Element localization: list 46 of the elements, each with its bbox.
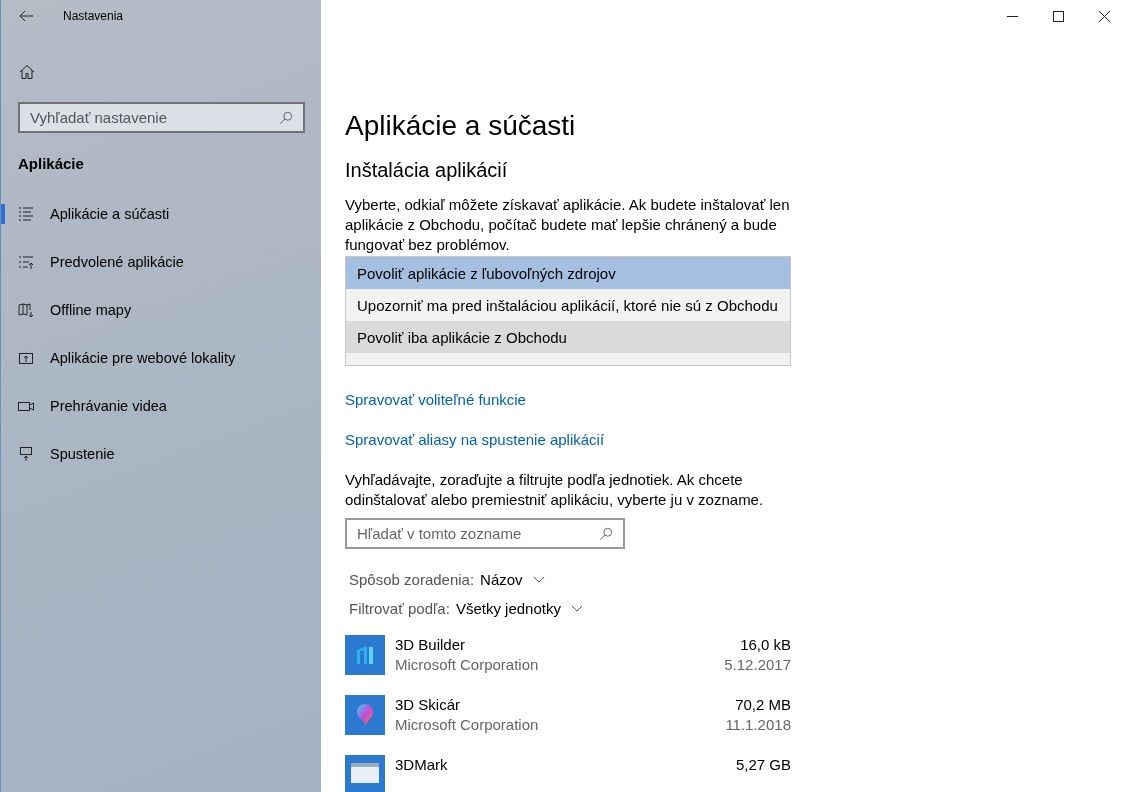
- back-arrow-icon: [19, 10, 33, 22]
- app-icon: [345, 755, 385, 792]
- chevron-down-icon: [570, 605, 583, 612]
- search-icon: [279, 110, 293, 125]
- dropdown-option[interactable]: Povoliť aplikácie z ľubovoľných zdrojov: [346, 257, 790, 289]
- chevron-down-icon: [532, 576, 545, 583]
- search-field[interactable]: Hľadať v tomto zozname: [345, 518, 625, 549]
- link[interactable]: Spravovať voliteľné funkcie: [345, 390, 526, 410]
- filter-dropdown[interactable]: Filtrovať podľa: Všetky jednotky: [345, 600, 587, 617]
- page-title: Aplikácie a súčasti: [345, 109, 577, 143]
- nav-item[interactable]: Aplikácie a súčasti: [1, 190, 321, 238]
- app-name: 3DMark: [395, 755, 449, 775]
- app-date: 5.12.2017: [724, 655, 791, 675]
- home-icon[interactable]: [19, 64, 35, 80]
- app-publisher: Microsoft Corporation: [395, 715, 540, 735]
- search-field[interactable]: Vyhľadať nastavenie: [18, 102, 305, 133]
- web-app-icon: [18, 350, 34, 366]
- nav-item[interactable]: Predvolené aplikácie: [1, 238, 321, 286]
- app-icon: [345, 695, 385, 735]
- app-size: 16,0 kB: [740, 635, 791, 655]
- list-icon: [18, 254, 34, 270]
- app-publisher: Microsoft Corporation: [395, 655, 540, 675]
- description-text: Vyhľadávajte, zoraďujte a filtrujte podľa jednotiek. Ak chcete odinštalovať alebo premiestniť aplikáciu, vyberte ju v zozname.: [345, 470, 765, 510]
- sort-dropdown[interactable]: Spôsob zoradenia: Názov: [345, 571, 549, 588]
- app-date: 11.1.2018: [725, 715, 791, 735]
- nav-item[interactable]: Spustenie: [1, 430, 321, 478]
- description-text: Vyberte, odkiaľ môžete získavať aplikácie. Ak budete inštalovať len aplikácie z Obchodu, počítač budete mať lepšie chránený a bude fungovať bez problémov.: [345, 195, 791, 255]
- maximize-icon: [1052, 10, 1064, 22]
- link[interactable]: Spravovať aliasy na spustenie aplikácií: [345, 430, 605, 450]
- nav-item[interactable]: Aplikácie pre webové lokality: [1, 334, 321, 382]
- section-heading: Inštalácia aplikácií: [345, 158, 509, 183]
- section-heading: Aplikácie: [18, 155, 85, 172]
- search-icon: [599, 526, 613, 541]
- app-size: 70,2 MB: [735, 695, 791, 715]
- close-icon: [1098, 10, 1110, 22]
- nav-item[interactable]: Offline mapy: [1, 286, 321, 334]
- startup-icon: [18, 446, 34, 462]
- app-size: 5,27 GB: [735, 755, 791, 775]
- app-icon: [345, 635, 385, 675]
- dropdown-option[interactable]: Povoliť iba aplikácie z Obchodu: [346, 321, 790, 353]
- window-title: Nastavenia: [63, 9, 124, 23]
- map-icon: [18, 302, 34, 318]
- list-icon: [18, 206, 34, 222]
- app-name: 3D Skicár: [395, 695, 462, 715]
- nav-item[interactable]: Prehrávanie videa: [1, 382, 321, 430]
- app-name: 3D Builder: [395, 635, 467, 655]
